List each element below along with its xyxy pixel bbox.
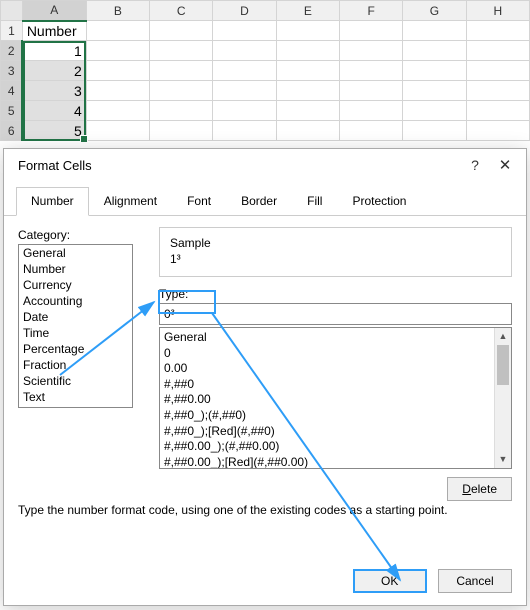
cell-a2[interactable]: 1 [22, 41, 86, 61]
row-header-2[interactable]: 2 [1, 41, 23, 61]
cell-a6[interactable]: 5 [22, 121, 86, 141]
format-item[interactable]: #,##0 [164, 377, 507, 393]
format-item[interactable]: 0 [164, 346, 507, 362]
format-item[interactable]: #,##0.00 [164, 392, 507, 408]
format-item[interactable]: General [164, 330, 507, 346]
format-cells-dialog: Format Cells ? ✕ Number Alignment Font B… [3, 148, 527, 606]
sample-value: 1³ [170, 252, 501, 266]
col-header-f[interactable]: F [339, 1, 402, 21]
category-item[interactable]: Time [19, 325, 132, 341]
scroll-up-icon[interactable]: ▲ [495, 328, 511, 345]
tab-number[interactable]: Number [16, 187, 89, 216]
col-header-h[interactable]: H [466, 1, 529, 21]
type-input[interactable] [159, 303, 512, 325]
scrollbar[interactable]: ▲ ▼ [494, 328, 511, 468]
tab-alignment[interactable]: Alignment [89, 187, 172, 215]
category-item[interactable]: Number [19, 261, 132, 277]
sample-label: Sample [170, 236, 501, 250]
dialog-title: Format Cells [18, 158, 460, 173]
cell-a3[interactable]: 2 [22, 61, 86, 81]
dialog-tabs: Number Alignment Font Border Fill Protec… [4, 187, 526, 216]
dialog-buttons: OK Cancel [345, 569, 512, 593]
category-item[interactable]: Percentage [19, 341, 132, 357]
column-headers: A B C D E F G H [1, 1, 530, 21]
category-item[interactable]: Currency [19, 277, 132, 293]
spreadsheet-grid: A B C D E F G H 1Number 21 32 43 54 65 [0, 0, 530, 141]
row-header-6[interactable]: 6 [1, 121, 23, 141]
category-item[interactable]: Date [19, 309, 132, 325]
format-item[interactable]: #,##0_);[Red](#,##0) [164, 424, 507, 440]
col-header-e[interactable]: E [276, 1, 339, 21]
format-item[interactable]: #,##0_);(#,##0) [164, 408, 507, 424]
format-item[interactable]: 0.00 [164, 361, 507, 377]
tab-font[interactable]: Font [172, 187, 226, 215]
select-all-corner[interactable] [1, 1, 23, 21]
delete-button[interactable]: Delete [447, 477, 512, 501]
tab-border[interactable]: Border [226, 187, 292, 215]
category-item[interactable]: Accounting [19, 293, 132, 309]
row-header-5[interactable]: 5 [1, 101, 23, 121]
col-header-d[interactable]: D [213, 1, 276, 21]
ok-button[interactable]: OK [353, 569, 427, 593]
row-header-3[interactable]: 3 [1, 61, 23, 81]
close-button[interactable]: ✕ [490, 156, 520, 174]
tab-protection[interactable]: Protection [337, 187, 421, 215]
cell-a5[interactable]: 4 [22, 101, 86, 121]
scroll-thumb[interactable] [497, 345, 509, 385]
category-item[interactable]: General [19, 245, 132, 261]
hint-text: Type the number format code, using one o… [18, 503, 448, 517]
sample-box: Sample 1³ [159, 227, 512, 277]
category-item[interactable]: Text [19, 389, 132, 405]
row-header-1[interactable]: 1 [1, 21, 23, 41]
cell-a1[interactable]: Number [22, 21, 86, 41]
scroll-down-icon[interactable]: ▼ [495, 451, 511, 468]
dialog-titlebar: Format Cells ? ✕ [4, 149, 526, 181]
col-header-g[interactable]: G [403, 1, 466, 21]
type-label: Type: [159, 287, 512, 301]
category-list[interactable]: General Number Currency Accounting Date … [18, 244, 133, 408]
cancel-button[interactable]: Cancel [438, 569, 512, 593]
format-item[interactable]: #,##0.00_);(#,##0.00) [164, 439, 507, 455]
tab-fill[interactable]: Fill [292, 187, 337, 215]
category-item[interactable]: Fraction [19, 357, 132, 373]
cell-a4[interactable]: 3 [22, 81, 86, 101]
format-code-list[interactable]: General 0 0.00 #,##0 #,##0.00 #,##0_);(#… [159, 327, 512, 469]
category-item[interactable]: Special [19, 405, 132, 408]
help-button[interactable]: ? [460, 157, 490, 173]
col-header-a[interactable]: A [22, 1, 86, 21]
row-header-4[interactable]: 4 [1, 81, 23, 101]
col-header-b[interactable]: B [86, 1, 149, 21]
col-header-c[interactable]: C [150, 1, 213, 21]
category-item[interactable]: Scientific [19, 373, 132, 389]
format-item[interactable]: #,##0.00_);[Red](#,##0.00) [164, 455, 507, 469]
